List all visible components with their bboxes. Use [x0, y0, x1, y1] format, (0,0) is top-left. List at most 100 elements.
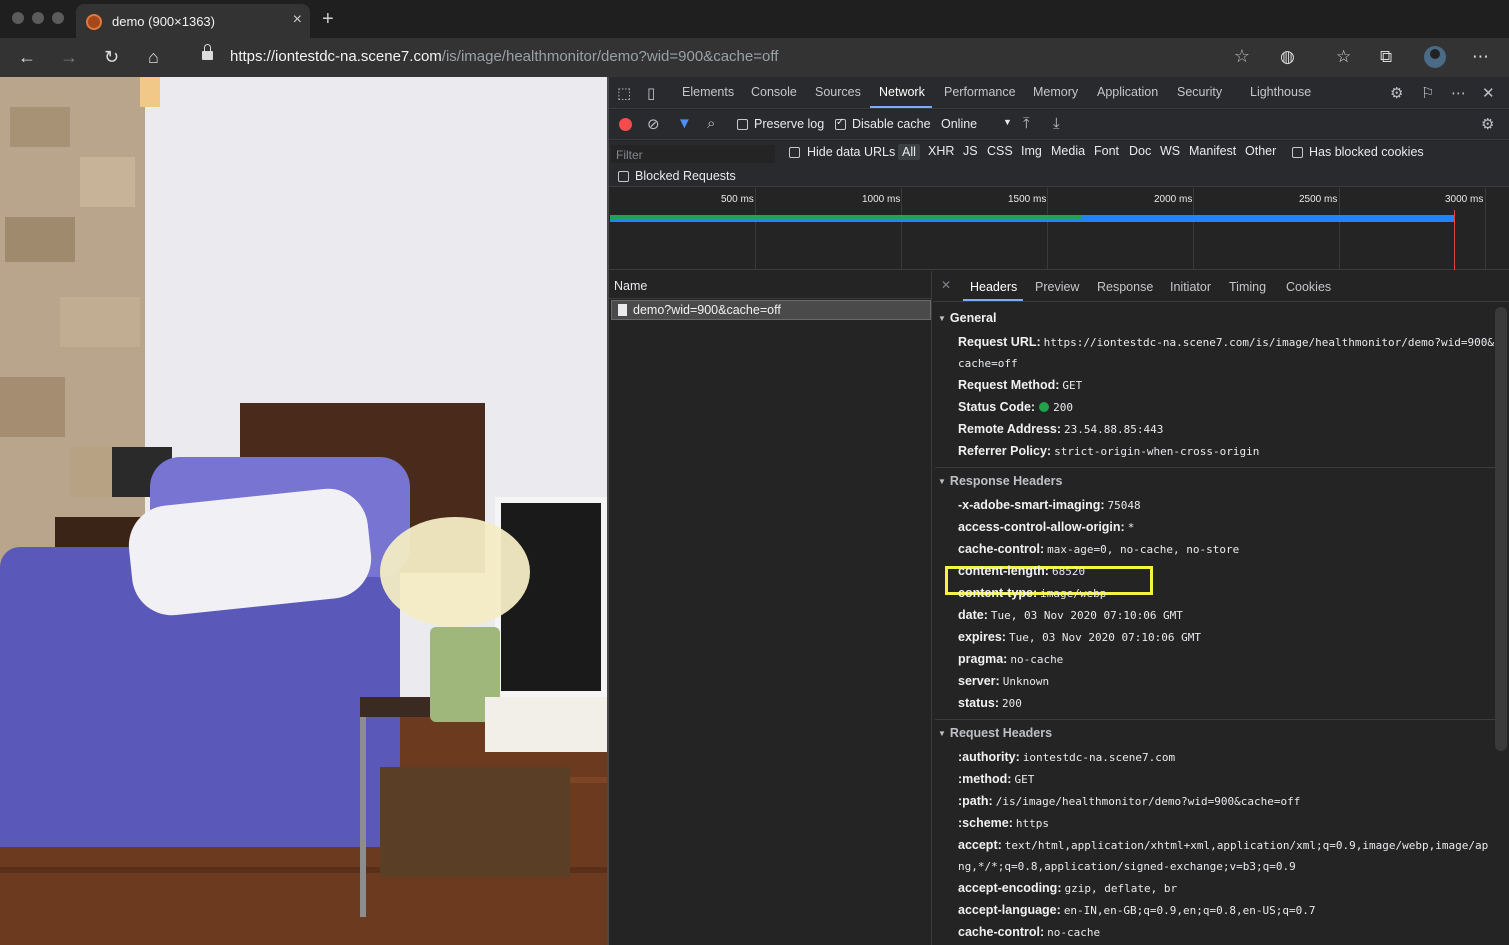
filter-type-other[interactable]: Other: [1245, 144, 1276, 158]
preserve-log-label: Preserve log: [754, 117, 825, 131]
export-har-icon[interactable]: ⤓: [1053, 115, 1060, 132]
preserve-log-checkbox[interactable]: [737, 119, 748, 130]
star-icon[interactable]: ☆: [1234, 46, 1250, 67]
filter-input[interactable]: Filter: [611, 145, 775, 163]
more-icon[interactable]: ⋯: [1472, 47, 1489, 67]
record-button[interactable]: [619, 118, 632, 131]
tab-performance[interactable]: Performance: [944, 85, 1016, 99]
filter-type-xhr[interactable]: XHR: [928, 144, 954, 158]
response-headers-section-header[interactable]: ▼ Response Headers: [938, 474, 1062, 488]
tab-network[interactable]: Network: [879, 85, 925, 99]
header-row: pragma: no-cache: [958, 652, 1064, 666]
reload-icon[interactable]: ↻: [104, 46, 119, 68]
filter-type-doc[interactable]: Doc: [1129, 144, 1151, 158]
filter-type-all[interactable]: All: [898, 144, 920, 160]
tab-elements[interactable]: Elements: [682, 85, 734, 99]
tab-preview[interactable]: Preview: [1035, 280, 1079, 294]
maximize-window-button[interactable]: [52, 12, 64, 24]
home-icon[interactable]: ⌂: [148, 46, 159, 68]
request-headers-section-header[interactable]: ▼ Request Headers: [938, 726, 1052, 740]
overview-tick: 1000 ms: [862, 194, 901, 205]
blocked-requests-checkbox[interactable]: [618, 171, 629, 182]
triangle-down-icon: ▼: [938, 314, 946, 323]
filter-type-font[interactable]: Font: [1094, 144, 1119, 158]
tab-memory[interactable]: Memory: [1033, 85, 1078, 99]
tab-headers[interactable]: Headers: [970, 280, 1017, 294]
chevron-down-icon[interactable]: ▼: [1003, 117, 1012, 127]
tab-response[interactable]: Response: [1097, 280, 1153, 294]
address-bar[interactable]: https://iontestdc-na.scene7.com/is/image…: [188, 42, 1260, 72]
new-tab-icon[interactable]: +: [322, 8, 334, 31]
active-detail-tab-indicator: [963, 299, 1023, 301]
close-detail-icon[interactable]: ✕: [941, 278, 951, 292]
header-row: server: Unknown: [958, 674, 1050, 688]
overview-tick: 2000 ms: [1154, 194, 1193, 205]
hide-data-urls-checkbox[interactable]: [789, 147, 800, 158]
tab-timing[interactable]: Timing: [1229, 280, 1266, 294]
filter-type-img[interactable]: Img: [1021, 144, 1042, 158]
overview-tick: 1500 ms: [1008, 194, 1047, 205]
minimize-window-button[interactable]: [32, 12, 44, 24]
search-icon[interactable]: ⌕: [707, 115, 715, 132]
url-text[interactable]: https://iontestdc-na.scene7.com/is/image…: [230, 48, 778, 65]
tab-initiator[interactable]: Initiator: [1170, 280, 1211, 294]
disable-cache-checkbox[interactable]: [835, 117, 846, 130]
has-blocked-cookies-label: Has blocked cookies: [1309, 145, 1424, 159]
request-bar: [610, 219, 1454, 222]
lock-icon[interactable]: [202, 44, 213, 61]
header-row-remote-address: Remote Address: 23.54.88.85:443: [958, 422, 1164, 436]
tab-sources[interactable]: Sources: [815, 85, 861, 99]
import-har-icon[interactable]: ⤒: [1023, 115, 1030, 132]
tab-cookies[interactable]: Cookies: [1286, 280, 1331, 294]
forward-icon[interactable]: →: [60, 46, 78, 68]
overview-tick: 2500 ms: [1299, 194, 1338, 205]
table-row[interactable]: demo?wid=900&cache=off: [611, 300, 931, 320]
filter-type-media[interactable]: Media: [1051, 144, 1085, 158]
tab-application[interactable]: Application: [1097, 85, 1158, 99]
settings-gear-icon[interactable]: ⚙: [1390, 84, 1403, 102]
close-devtools-icon[interactable]: ✕: [1482, 84, 1495, 102]
back-icon[interactable]: ←: [18, 46, 36, 68]
collections-icon[interactable]: ⧉: [1380, 47, 1392, 67]
overview-gridline: [1339, 188, 1340, 270]
filter-type-ws[interactable]: WS: [1160, 144, 1180, 158]
header-row-request-url-cont: cache=off: [958, 357, 1018, 370]
overview-tick: 3000 ms: [1445, 194, 1484, 205]
header-row: cache-control: no-cache: [958, 925, 1101, 939]
throttling-select[interactable]: Online: [941, 117, 977, 131]
header-row: :path:/is/image/healthmonitor/demo?wid=9…: [958, 794, 1301, 808]
network-overview[interactable]: 500 ms 1000 ms 1500 ms 2000 ms 2500 ms 3…: [609, 188, 1509, 270]
scrollbar[interactable]: [1495, 307, 1507, 751]
browser-tab[interactable]: demo (900×1363) ×: [76, 4, 310, 38]
request-name: demo?wid=900&cache=off: [633, 303, 781, 317]
extension-icon[interactable]: ◍: [1280, 47, 1295, 67]
close-window-button[interactable]: [12, 12, 24, 24]
triangle-down-icon: ▼: [938, 477, 946, 486]
active-tab-indicator: [870, 106, 932, 108]
more-options-icon[interactable]: ⋯: [1451, 84, 1466, 102]
tab-lighthouse[interactable]: Lighthouse: [1250, 85, 1311, 99]
filter-type-css[interactable]: CSS: [987, 144, 1013, 158]
filter-icon[interactable]: ▼: [677, 115, 692, 132]
overview-gridline: [1485, 188, 1486, 270]
device-toolbar-icon[interactable]: ▯: [647, 84, 655, 102]
has-blocked-cookies-checkbox[interactable]: [1292, 147, 1303, 158]
tab-console[interactable]: Console: [751, 85, 797, 99]
favorites-icon[interactable]: ☆: [1336, 47, 1351, 67]
header-row-request-url: Request URL: https://iontestdc-na.scene7.…: [958, 335, 1494, 349]
header-row-cont: ng,*/*;q=0.8,application/signed-exchange…: [958, 860, 1296, 873]
feedback-icon[interactable]: ⚐: [1421, 84, 1434, 102]
name-column-header[interactable]: Name: [609, 271, 932, 299]
avatar[interactable]: [1424, 46, 1446, 68]
header-row: :method: GET: [958, 772, 1035, 786]
network-settings-gear-icon[interactable]: ⚙: [1481, 115, 1494, 133]
filter-type-manifest[interactable]: Manifest: [1189, 144, 1236, 158]
filter-type-js[interactable]: JS: [963, 144, 978, 158]
tab-security[interactable]: Security: [1177, 85, 1222, 99]
inspect-element-icon[interactable]: ⬚: [617, 84, 631, 102]
header-row: content-type: image/webp: [958, 586, 1107, 600]
close-tab-icon[interactable]: ×: [293, 11, 302, 29]
clear-icon[interactable]: ⊘: [647, 115, 660, 133]
section-divider: [935, 719, 1497, 720]
general-section-header[interactable]: ▼ General: [938, 311, 996, 325]
